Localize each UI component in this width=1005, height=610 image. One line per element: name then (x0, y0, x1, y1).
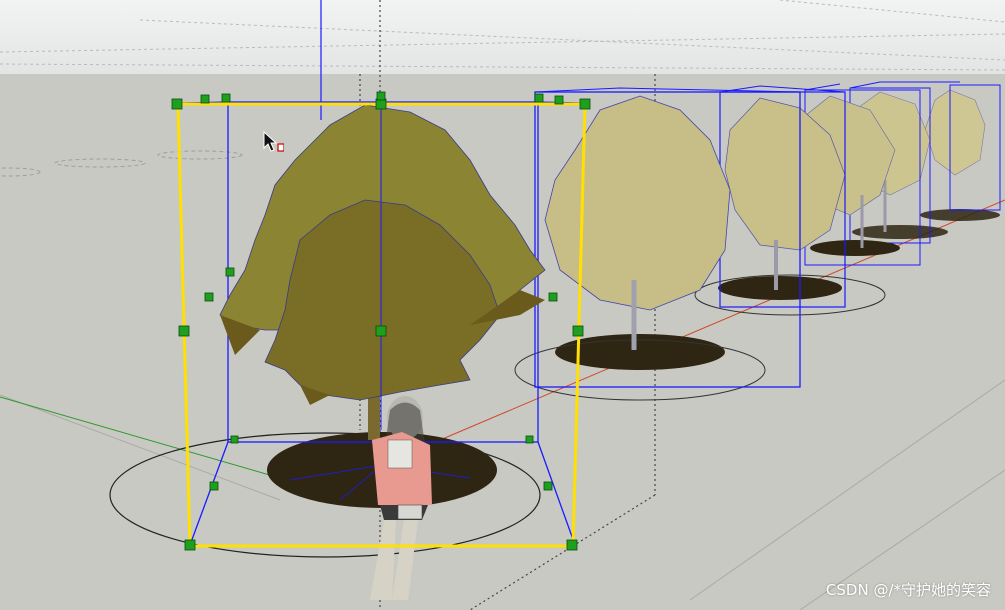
select-arrow-icon (262, 130, 285, 154)
grip-handle[interactable] (230, 435, 239, 444)
grip-handle[interactable] (184, 539, 196, 551)
grip-handle[interactable] (572, 325, 584, 337)
grip-handle[interactable] (171, 98, 183, 110)
grip-handle[interactable] (178, 325, 190, 337)
grip-handle[interactable] (566, 539, 578, 551)
grip-handle[interactable] (375, 325, 387, 337)
grip-handle[interactable] (375, 98, 387, 110)
grip-handle[interactable] (200, 94, 210, 104)
watermark-text: CSDN @/*守护她的笑容 (825, 581, 991, 599)
grip-handle[interactable] (579, 98, 591, 110)
sketchup-3d-viewport[interactable] (0, 0, 1005, 610)
grip-handle[interactable] (376, 91, 386, 101)
grip-handle[interactable] (225, 267, 235, 277)
grip-handle[interactable] (209, 481, 219, 491)
grip-handle[interactable] (525, 435, 534, 444)
grip-handle[interactable] (221, 93, 231, 103)
grip-handle[interactable] (534, 93, 544, 103)
grip-handle[interactable] (554, 95, 564, 105)
grip-handle[interactable] (548, 292, 558, 302)
grip-handle[interactable] (204, 292, 214, 302)
grip-handle[interactable] (543, 481, 553, 491)
